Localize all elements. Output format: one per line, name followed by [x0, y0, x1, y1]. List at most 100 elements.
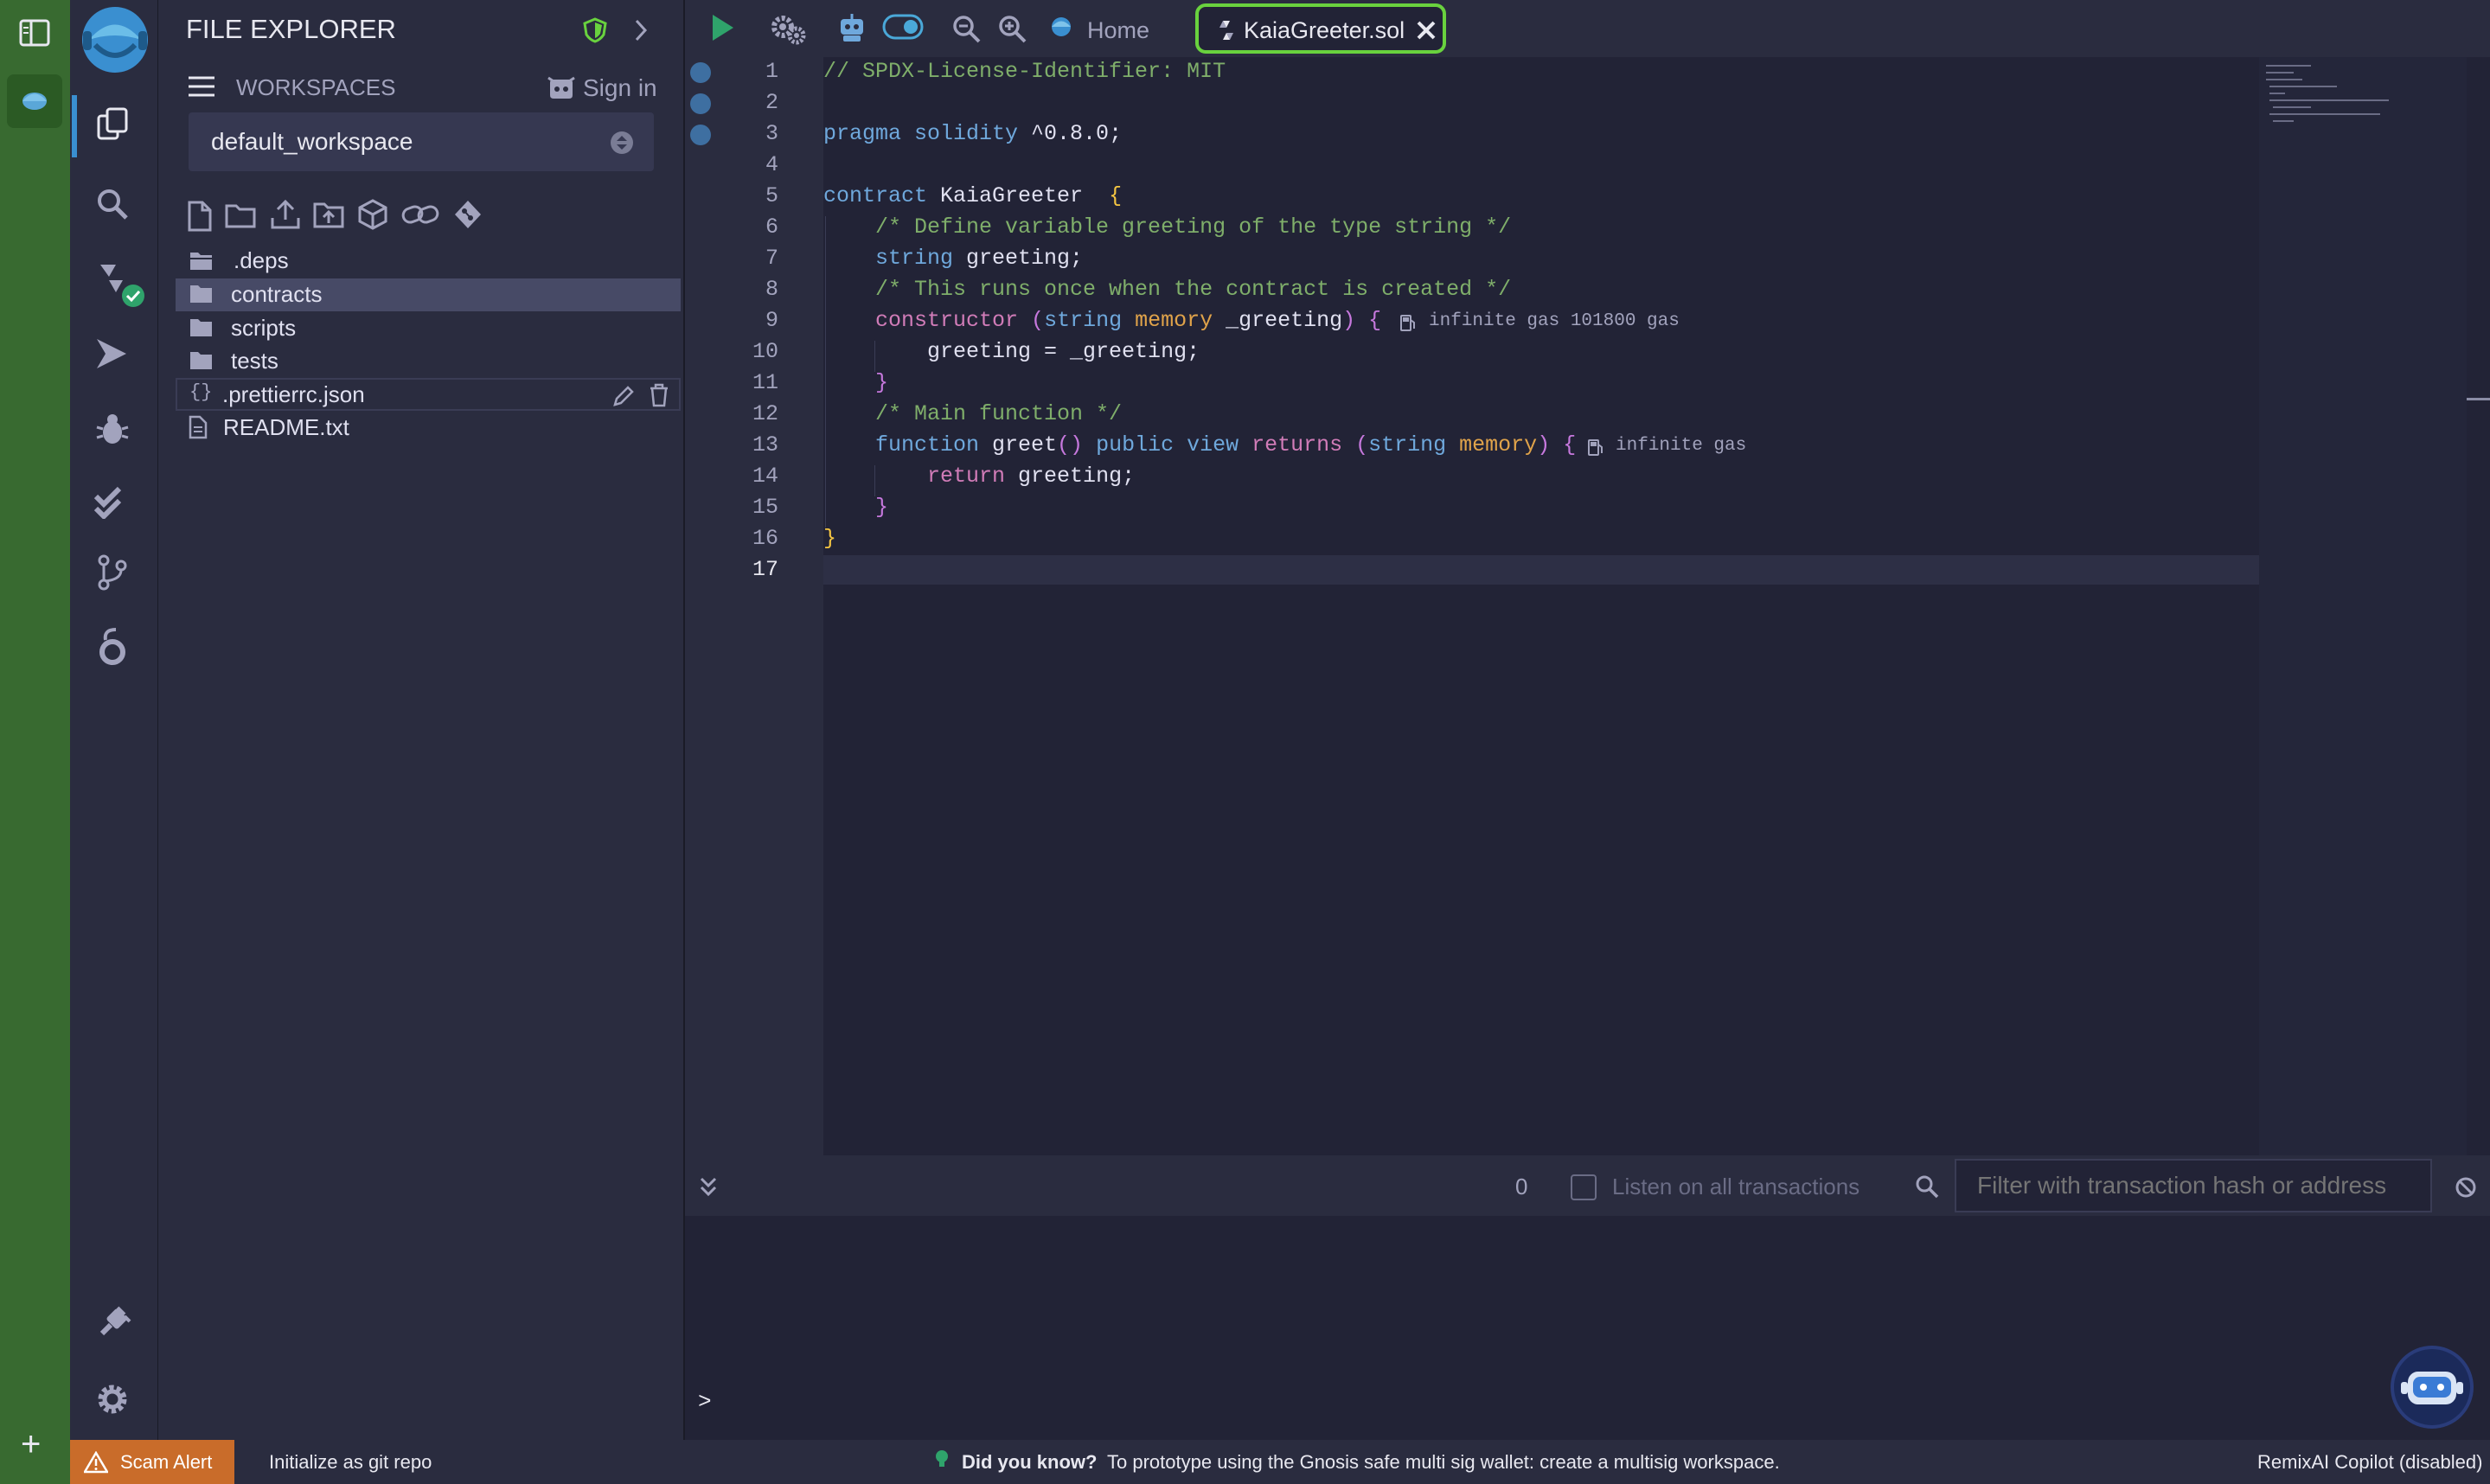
trash-icon[interactable]: [648, 383, 670, 407]
left-strip: [0, 0, 70, 1484]
upload-file-icon[interactable]: [270, 199, 301, 230]
tree-folder-deps[interactable]: .deps: [176, 246, 681, 278]
shield-icon[interactable]: [583, 17, 607, 43]
code-line: }: [823, 495, 889, 520]
line-number: 11: [752, 370, 778, 395]
minimap[interactable]: [2259, 57, 2467, 1155]
ai-toggle-switch[interactable]: [882, 14, 924, 40]
active-indicator: [72, 95, 77, 157]
line-number: 8: [765, 277, 778, 302]
tree-label: tests: [231, 348, 278, 374]
line-number: 5: [765, 183, 778, 208]
gas-pump-icon: [1588, 439, 1603, 456]
remix-logo-icon[interactable]: [78, 5, 152, 80]
solidity-compiler-icon[interactable]: [95, 258, 147, 310]
code-line: /* Define variable greeting of the type …: [823, 214, 1512, 240]
line-number: 10: [752, 339, 778, 364]
listen-checkbox[interactable]: [1571, 1174, 1597, 1200]
tree-folder-tests[interactable]: tests: [176, 345, 681, 378]
transaction-filter-input[interactable]: [1955, 1159, 2432, 1212]
zoom-out-icon[interactable]: [951, 14, 981, 43]
line-number: 13: [752, 432, 778, 457]
panel-toggle-icon[interactable]: [19, 19, 50, 47]
tree-file-readme[interactable]: README.txt: [176, 412, 681, 445]
link-icon[interactable]: [401, 201, 439, 228]
folder-icon: [190, 352, 212, 369]
current-line-highlight: [823, 555, 2259, 585]
workspace-select[interactable]: default_workspace: [189, 112, 654, 171]
code-line: greeting = _greeting;: [823, 339, 1200, 364]
folder-icon: [190, 285, 212, 303]
code-line: }: [823, 526, 837, 551]
copilot-status[interactable]: RemixAI Copilot (disabled): [2257, 1451, 2482, 1474]
remix-workspace-icon[interactable]: [7, 74, 62, 128]
gas-pump-icon: [1400, 315, 1415, 331]
tab-home-label: Home: [1087, 17, 1150, 43]
new-folder-icon[interactable]: [225, 202, 256, 228]
did-you-know-label: Did you know?: [962, 1451, 1098, 1473]
ai-robot-icon[interactable]: [836, 12, 867, 43]
run-play-icon[interactable]: [709, 12, 737, 43]
hamburger-menu-icon[interactable]: [187, 74, 216, 99]
clear-console-icon[interactable]: [2455, 1176, 2477, 1199]
code-line: return greeting;: [823, 464, 1136, 489]
code-line: /* Main function */: [823, 401, 1123, 426]
line-number: 1: [765, 59, 778, 84]
listen-label: Listen on all transactions: [1612, 1174, 1860, 1199]
kaia-plugin-icon[interactable]: [95, 626, 130, 666]
select-updown-icon: [611, 131, 633, 154]
tab-kaiagreeter[interactable]: KaiaGreeter.sol: [1195, 3, 1446, 54]
lightbulb-icon: [934, 1449, 950, 1470]
code-line: /* This runs once when the contract is c…: [823, 277, 1512, 302]
git-icon[interactable]: [97, 553, 128, 592]
line-number: 7: [765, 246, 778, 271]
line-number: 14: [752, 464, 778, 489]
workspace-select-value: default_workspace: [211, 128, 413, 155]
terminal-panel[interactable]: [685, 1216, 2490, 1440]
explorer-title: FILE EXPLORER: [186, 14, 396, 44]
scroll-marker: [2467, 398, 2490, 400]
testing-icon[interactable]: [93, 484, 131, 519]
ipfs-cube-icon[interactable]: [357, 199, 388, 230]
search-icon[interactable]: [1915, 1174, 1939, 1199]
code-line: contract KaiaGreeter {: [823, 183, 1123, 208]
plugin-manager-icon[interactable]: [95, 1304, 131, 1340]
tip-text: To prototype using the Gnosis safe multi…: [1107, 1451, 1780, 1473]
git-init-link[interactable]: Initialize as git repo: [269, 1451, 432, 1474]
upload-folder-icon[interactable]: [313, 201, 344, 228]
search-icon[interactable]: [95, 187, 130, 221]
tree-label: scripts: [231, 315, 297, 341]
tree-folder-contracts[interactable]: contracts: [176, 278, 681, 311]
zoom-in-icon[interactable]: [997, 14, 1027, 43]
ai-copilot-button[interactable]: [2391, 1346, 2474, 1429]
json-file-icon: {}: [189, 381, 213, 403]
settings-gear-icon[interactable]: [95, 1382, 130, 1417]
tree-label: .deps: [234, 247, 289, 273]
git-clone-icon[interactable]: [453, 199, 483, 230]
line-number: 16: [752, 526, 778, 551]
new-file-icon[interactable]: [187, 201, 213, 232]
line-number: 9: [765, 308, 778, 333]
file-explorer-icon[interactable]: [95, 107, 130, 142]
compile-settings-icon[interactable]: [770, 12, 808, 45]
line-number: 3: [765, 121, 778, 146]
folder-open-icon: [190, 253, 213, 270]
debugger-icon[interactable]: [95, 412, 130, 446]
tree-folder-scripts[interactable]: scripts: [176, 312, 681, 345]
tab-home[interactable]: Home: [1048, 12, 1152, 47]
edit-pencil-icon[interactable]: [611, 384, 636, 408]
add-icon[interactable]: +: [21, 1427, 41, 1462]
scam-alert-button[interactable]: Scam Alert: [70, 1440, 234, 1484]
tab-active-label: KaiaGreeter.sol: [1244, 17, 1405, 43]
deploy-run-icon[interactable]: [93, 336, 130, 372]
code-line: pragma solidity ^0.8.0;: [823, 121, 1123, 146]
chevron-right-icon[interactable]: [633, 17, 650, 43]
line-number: 2: [765, 90, 778, 115]
line-number-current: 17: [752, 557, 778, 582]
code-line: constructor (string memory _greeting) {: [823, 308, 1382, 333]
close-tab-icon[interactable]: [1415, 19, 1437, 42]
collapse-terminal-icon[interactable]: [699, 1176, 718, 1197]
tree-label: contracts: [231, 281, 323, 307]
tree-file-prettierrc[interactable]: {} .prettierrc.json: [176, 378, 681, 411]
code-line: // SPDX-License-Identifier: MIT: [823, 59, 1226, 84]
